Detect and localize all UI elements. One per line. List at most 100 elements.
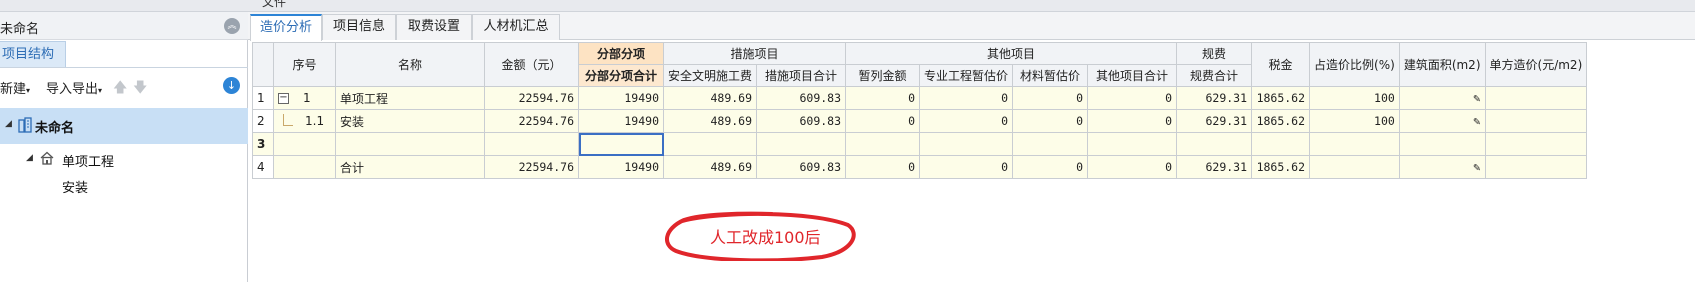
- header-measures-total[interactable]: 措施项目合计: [756, 64, 847, 87]
- building-area-cell[interactable]: ✎: [1398, 86, 1486, 110]
- tab-labor-material-summary[interactable]: 人材机汇总: [472, 14, 560, 40]
- seq-cell[interactable]: [273, 155, 336, 179]
- header-measures[interactable]: 措施项目: [662, 42, 847, 65]
- provisional-sum-cell[interactable]: 0: [845, 155, 921, 179]
- other-total-cell[interactable]: 0: [1087, 109, 1178, 133]
- tax-cell[interactable]: [1251, 132, 1311, 156]
- header-material-estimate[interactable]: 材料暂估价: [1012, 64, 1089, 87]
- regulatory-total-cell[interactable]: 629.31: [1176, 109, 1253, 133]
- header-fbfx-total[interactable]: 分部分项合计: [578, 64, 664, 87]
- tab-fee-settings[interactable]: 取费设置: [396, 14, 472, 40]
- material-estimate-cell[interactable]: 0: [1012, 86, 1089, 110]
- tax-cell[interactable]: 1865.62: [1251, 155, 1311, 179]
- seq-cell[interactable]: −1: [273, 86, 336, 110]
- edit-pencil-icon[interactable]: ✎: [1473, 114, 1480, 128]
- material-estimate-cell[interactable]: 0: [1012, 109, 1089, 133]
- other-total-cell[interactable]: 0: [1087, 86, 1178, 110]
- amount-cell[interactable]: 22594.76: [484, 109, 579, 133]
- fbfx-total-cell[interactable]: 19490: [578, 109, 664, 133]
- tab-project-structure[interactable]: 项目结构: [0, 41, 66, 68]
- fbfx-total-cell[interactable]: 19490: [578, 155, 664, 179]
- building-area-cell[interactable]: ✎: [1398, 109, 1486, 133]
- header-other-items[interactable]: 其他项目: [845, 42, 1178, 65]
- building-area-cell[interactable]: [1398, 132, 1486, 156]
- cost-ratio-cell[interactable]: 100: [1309, 86, 1400, 110]
- header-amount[interactable]: 金额（元）: [484, 42, 579, 87]
- header-regulatory-fee[interactable]: 规费: [1176, 42, 1253, 65]
- expand-caret-icon[interactable]: ◢: [5, 119, 12, 129]
- regulatory-total-cell[interactable]: 629.31: [1176, 86, 1253, 110]
- header-fbfx[interactable]: 分部分项: [578, 42, 664, 65]
- tax-cell[interactable]: 1865.62: [1251, 86, 1311, 110]
- cost-ratio-cell[interactable]: [1309, 155, 1400, 179]
- name-cell[interactable]: 安装: [335, 109, 485, 133]
- amount-cell[interactable]: 22594.76: [484, 86, 579, 110]
- amount-cell[interactable]: [484, 132, 579, 156]
- edit-pencil-icon[interactable]: ✎: [1473, 160, 1480, 174]
- tab-project-info[interactable]: 项目信息: [322, 14, 396, 40]
- download-icon[interactable]: ↓: [223, 77, 240, 94]
- measures-total-cell[interactable]: 609.83: [756, 109, 847, 133]
- header-unit-cost[interactable]: 单方造价(元/m2): [1484, 42, 1588, 87]
- regulatory-total-cell[interactable]: 629.31: [1176, 155, 1253, 179]
- provisional-sum-cell[interactable]: 0: [845, 109, 921, 133]
- header-provisional-sum[interactable]: 暂列金额: [845, 64, 921, 87]
- regulatory-total-cell[interactable]: [1176, 132, 1253, 156]
- specialty-estimate-cell[interactable]: 0: [919, 155, 1014, 179]
- material-estimate-cell[interactable]: [1012, 132, 1089, 156]
- material-estimate-cell[interactable]: 0: [1012, 155, 1089, 179]
- specialty-estimate-cell[interactable]: 0: [919, 109, 1014, 133]
- header-other-total[interactable]: 其他项目合计: [1087, 64, 1178, 87]
- collapse-icon[interactable]: ︽: [224, 18, 240, 34]
- header-seq[interactable]: 序号: [273, 42, 336, 87]
- other-total-cell[interactable]: [1087, 132, 1178, 156]
- header-regulatory-total[interactable]: 规费合计: [1176, 64, 1253, 87]
- header-cost-ratio[interactable]: 占造价比例(%): [1309, 42, 1400, 87]
- measures-total-cell[interactable]: 609.83: [756, 155, 847, 179]
- specialty-estimate-cell[interactable]: 0: [919, 86, 1014, 110]
- other-total-cell[interactable]: 0: [1087, 155, 1178, 179]
- fbfx-total-cell[interactable]: 19490: [578, 86, 664, 110]
- expand-caret-icon[interactable]: ◢: [26, 153, 33, 163]
- building-area-cell[interactable]: ✎: [1398, 155, 1486, 179]
- specialty-estimate-cell[interactable]: [919, 132, 1014, 156]
- import-export-button[interactable]: 导入导出▾: [46, 78, 102, 97]
- name-cell[interactable]: 单项工程: [335, 86, 485, 110]
- provisional-sum-cell[interactable]: [845, 132, 921, 156]
- header-safety-fee[interactable]: 安全文明施工费: [662, 64, 758, 87]
- move-down-icon[interactable]: 🡇: [133, 77, 147, 101]
- measures-total-cell[interactable]: 609.83: [756, 86, 847, 110]
- tree-item-install[interactable]: 安装: [62, 177, 88, 196]
- header-tax[interactable]: 税金: [1251, 42, 1311, 87]
- cost-ratio-cell[interactable]: 100: [1309, 109, 1400, 133]
- collapse-minus-icon[interactable]: −: [278, 93, 289, 104]
- tree-item-single-project[interactable]: ◢ 单项工程: [0, 148, 248, 170]
- safety-fee-cell[interactable]: 489.69: [662, 109, 758, 133]
- new-button[interactable]: 新建▾: [0, 78, 30, 97]
- seq-cell[interactable]: 1.1: [273, 109, 336, 133]
- unit-cost-cell[interactable]: [1484, 86, 1588, 110]
- fbfx-total-cell-selected[interactable]: [578, 132, 664, 156]
- header-name[interactable]: 名称: [335, 42, 485, 87]
- tax-cell[interactable]: 1865.62: [1251, 109, 1311, 133]
- file-menu[interactable]: 文件: [262, 0, 286, 10]
- provisional-sum-cell[interactable]: 0: [845, 86, 921, 110]
- seq-cell[interactable]: [273, 132, 336, 156]
- tree-item-root[interactable]: ◢ 未命名: [0, 108, 248, 144]
- measures-total-cell[interactable]: [756, 132, 847, 156]
- name-cell[interactable]: [335, 132, 485, 156]
- unit-cost-cell[interactable]: [1484, 109, 1588, 133]
- amount-cell[interactable]: 22594.76: [484, 155, 579, 179]
- name-cell[interactable]: 合计: [335, 155, 485, 179]
- table-row[interactable]: 2 1.1 安装 22594.76 19490 489.69 609.83 0 …: [252, 109, 1588, 133]
- tab-cost-analysis[interactable]: 造价分析: [250, 14, 322, 41]
- edit-pencil-icon[interactable]: ✎: [1473, 91, 1480, 105]
- cost-ratio-cell[interactable]: [1309, 132, 1400, 156]
- unit-cost-cell[interactable]: [1484, 155, 1588, 179]
- move-up-icon[interactable]: 🡅: [113, 77, 127, 101]
- table-row[interactable]: 1 −1 单项工程 22594.76 19490 489.69 609.83 0…: [252, 86, 1588, 110]
- table-row-total[interactable]: 4 合计 22594.76 19490 489.69 609.83 0 0 0 …: [252, 155, 1588, 179]
- table-row[interactable]: 3: [252, 132, 1588, 156]
- safety-fee-cell[interactable]: [662, 132, 758, 156]
- safety-fee-cell[interactable]: 489.69: [662, 86, 758, 110]
